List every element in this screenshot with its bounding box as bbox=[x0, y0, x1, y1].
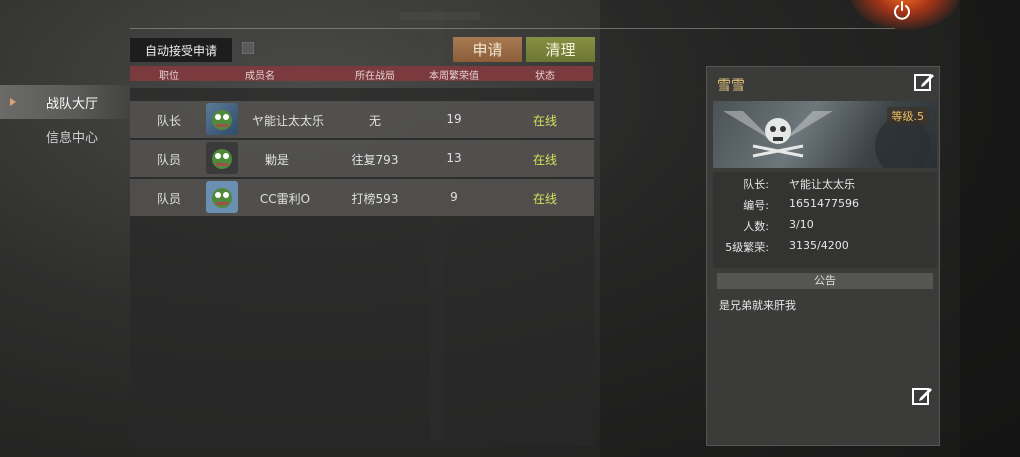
member-status: 在线 bbox=[532, 114, 557, 128]
clean-button[interactable]: 清理 bbox=[526, 37, 595, 62]
column-header-prosperity: 本周繁荣值 bbox=[429, 71, 479, 82]
info-value: ヤ能让太太乐 bbox=[789, 178, 855, 191]
info-value: 3135/4200 bbox=[789, 239, 849, 252]
info-key: 人数: bbox=[743, 220, 769, 233]
member-prosperity: 13 bbox=[446, 151, 462, 165]
member-role: 队长 bbox=[156, 114, 181, 128]
avatar bbox=[206, 103, 238, 135]
team-banner: 等级.5 bbox=[713, 101, 937, 168]
avatar bbox=[206, 142, 238, 174]
table-row[interactable]: 队员 CC雷利O 打榜593 9 在线 bbox=[130, 179, 594, 216]
edit-notice-icon[interactable] bbox=[911, 385, 933, 407]
member-battle: 无 bbox=[368, 114, 381, 128]
team-name: 雪雪 bbox=[717, 78, 745, 94]
column-header-role: 职位 bbox=[159, 71, 179, 82]
member-status: 在线 bbox=[532, 153, 557, 167]
member-battle: 往复793 bbox=[351, 153, 399, 167]
power-button[interactable] bbox=[889, 0, 915, 22]
team-info-panel: 雪雪 等级.5 队长: ヤ能让太太乐 编号: 1651477596 人数: 3/… bbox=[706, 66, 940, 446]
sidebar-item-label: 战队大厅 bbox=[46, 96, 99, 112]
auto-accept-label: 自动接受申请 bbox=[130, 38, 232, 62]
team-info-box: 队长: ヤ能让太太乐 编号: 1651477596 人数: 3/10 5级繁荣:… bbox=[713, 172, 937, 268]
table-row[interactable]: 队长 ヤ能让太太乐 无 19 在线 bbox=[130, 101, 594, 138]
auto-accept-checkbox[interactable] bbox=[242, 42, 254, 54]
sidebar-item-team-hall[interactable]: 战队大厅 bbox=[0, 85, 130, 119]
info-row-members: 人数: 3/10 bbox=[713, 218, 937, 236]
member-battle: 打榜593 bbox=[351, 192, 399, 206]
power-icon bbox=[894, 1, 910, 20]
info-key: 队长: bbox=[743, 178, 769, 191]
member-role: 队员 bbox=[156, 153, 181, 167]
table-row[interactable]: 队员 勦是 往复793 13 在线 bbox=[130, 140, 594, 177]
info-row-prosperity: 5级繁荣: 3135/4200 bbox=[713, 239, 937, 257]
member-status: 在线 bbox=[532, 192, 557, 206]
apply-button[interactable]: 申请 bbox=[453, 37, 522, 62]
member-name: CC雷利O bbox=[259, 192, 311, 206]
info-row-id: 编号: 1651477596 bbox=[713, 197, 937, 215]
member-name: 勦是 bbox=[264, 153, 289, 167]
info-row-leader: 队长: ヤ能让太太乐 bbox=[713, 176, 937, 194]
member-role: 队员 bbox=[156, 192, 181, 206]
level-badge: 等级.5 bbox=[886, 107, 929, 125]
member-prosperity: 9 bbox=[450, 190, 458, 204]
header-divider bbox=[130, 28, 895, 29]
info-value: 3/10 bbox=[789, 218, 814, 231]
edit-name-icon[interactable] bbox=[913, 71, 935, 93]
info-key: 5级繁荣: bbox=[725, 241, 769, 254]
sidebar-item-info-center[interactable]: 信息中心 bbox=[0, 119, 130, 153]
info-key: 编号: bbox=[743, 199, 769, 212]
table-header: 职位 成员名 所在战局 本周繁荣值 状态 bbox=[130, 66, 593, 82]
active-marker-icon bbox=[10, 98, 16, 106]
column-header-status: 状态 bbox=[535, 71, 555, 82]
info-value: 1651477596 bbox=[789, 197, 859, 210]
notice-title: 公告 bbox=[717, 273, 933, 289]
member-prosperity: 19 bbox=[446, 112, 462, 126]
sidebar-item-label: 信息中心 bbox=[46, 130, 99, 146]
notice-text: 是兄弟就来肝我 bbox=[719, 299, 796, 312]
avatar bbox=[206, 181, 238, 213]
sidebar: 战队大厅 信息中心 bbox=[0, 85, 130, 153]
column-header-battle: 所在战局 bbox=[355, 71, 395, 82]
member-name: ヤ能让太太乐 bbox=[251, 114, 324, 128]
column-header-name: 成员名 bbox=[245, 71, 275, 82]
